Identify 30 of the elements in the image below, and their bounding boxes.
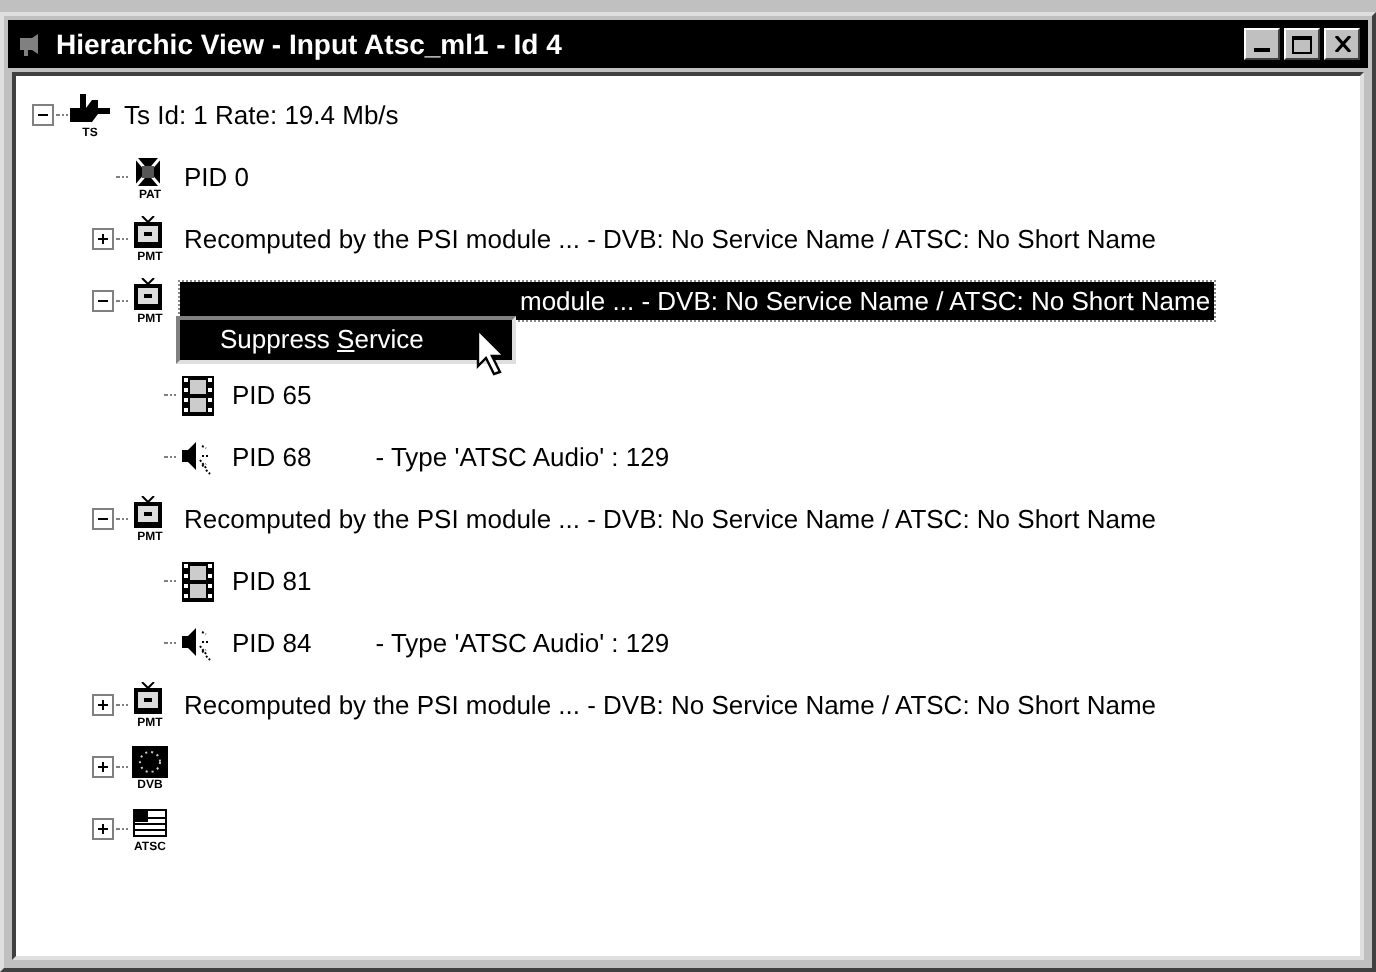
tree-item[interactable]: PID 68 [228,437,316,477]
film-strip-icon [176,373,220,417]
tree-item[interactable]: Recomputed by the PSI module ... - DVB: No Service Name / ATSC: No Short Name [180,685,1161,725]
maximize-button[interactable] [1284,28,1320,60]
collapse-icon[interactable] [91,290,113,312]
expand-icon[interactable] [91,756,113,778]
window-title: Hierarchic View - Input Atsc_ml1 - Id 4 [56,25,562,64]
expand-icon[interactable] [91,818,113,840]
film-strip-icon [176,559,220,603]
expand-icon[interactable] [91,694,113,716]
item-detail: - Type 'ATSC Audio' : 129 [375,625,670,662]
tree-item[interactable]: Recomputed by the PSI module ... - DVB: No Service Name / ATSC: No Short Name [180,499,1161,539]
window-icon [16,30,44,58]
tree-item[interactable]: Ts Id: 1 Rate: 19.4 Mb/s [120,95,403,135]
close-button[interactable] [1324,28,1360,60]
collapse-icon[interactable] [91,508,113,530]
expand-icon[interactable] [91,228,113,250]
minimize-icon [1254,48,1270,52]
tree-item[interactable]: PID 81 [228,561,316,601]
tree-item[interactable]: PID 0 [180,157,254,197]
tree-item[interactable]: PID 84 [228,623,316,663]
tree-item[interactable]: PID 65 [228,375,316,415]
tree-item[interactable]: module ... - DVB: No Service Name / ATSC: No Short Name [180,281,1215,321]
maximize-icon [1292,35,1312,53]
tree-item[interactable]: Recomputed by the PSI module ... - DVB: No Service Name / ATSC: No Short Name [180,219,1161,259]
minimize-button[interactable] [1244,28,1280,60]
close-icon [1333,36,1351,52]
collapse-icon[interactable] [31,104,53,126]
item-detail: - Type 'ATSC Audio' : 129 [375,439,670,476]
menu-item[interactable]: Suppress Service [180,320,424,360]
